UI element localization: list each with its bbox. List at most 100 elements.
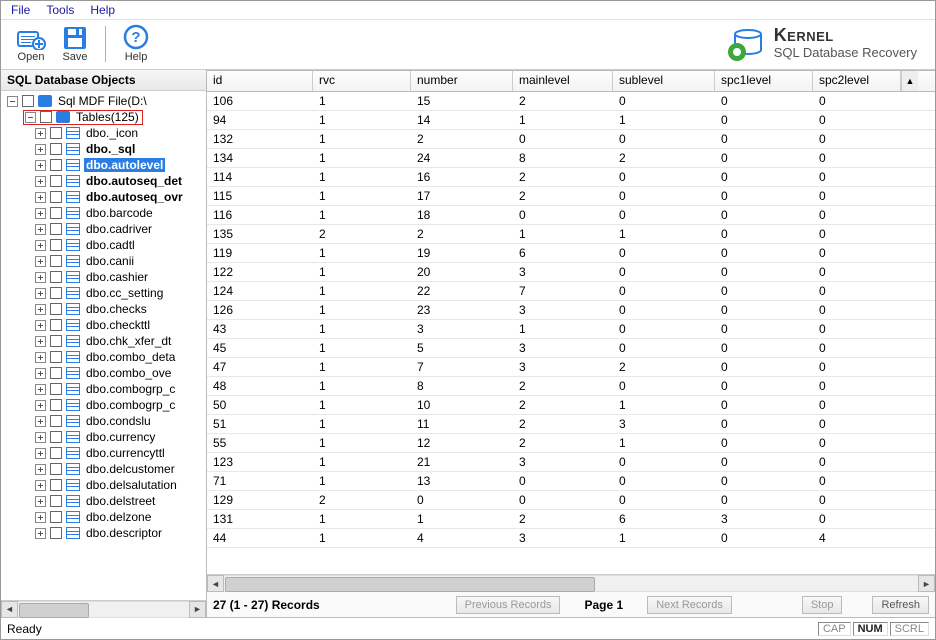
- next-records-button[interactable]: Next Records: [647, 596, 732, 614]
- scroll-right-button[interactable]: ►: [189, 601, 206, 618]
- tree-table-label[interactable]: dbo.barcode: [84, 206, 155, 220]
- tree-table-label[interactable]: dbo.autolevel: [84, 158, 165, 172]
- tree-table-label[interactable]: dbo.currencyttl: [84, 446, 167, 460]
- column-header[interactable]: rvc: [313, 71, 411, 91]
- checkbox[interactable]: [50, 431, 62, 443]
- checkbox[interactable]: [50, 511, 62, 523]
- expand-icon[interactable]: [35, 448, 46, 459]
- column-header[interactable]: number: [411, 71, 513, 91]
- expand-icon[interactable]: [35, 224, 46, 235]
- tree-table-label[interactable]: dbo.cashier: [84, 270, 150, 284]
- table-row[interactable]: 1191196000: [207, 244, 935, 263]
- expand-icon[interactable]: [35, 160, 46, 171]
- scroll-right-button[interactable]: ►: [918, 575, 935, 592]
- scroll-up-button[interactable]: ▲: [901, 71, 918, 91]
- scroll-thumb[interactable]: [225, 577, 595, 592]
- tree-table-label[interactable]: dbo.autoseq_ovr: [84, 190, 185, 204]
- tree-folder-label[interactable]: Tables(125): [74, 110, 141, 124]
- column-header[interactable]: mainlevel: [513, 71, 613, 91]
- checkbox[interactable]: [50, 159, 62, 171]
- tree-table-label[interactable]: dbo.combogrp_c: [84, 398, 177, 412]
- checkbox[interactable]: [50, 255, 62, 267]
- checkbox[interactable]: [50, 287, 62, 299]
- save-button[interactable]: Save: [53, 24, 97, 63]
- scroll-track[interactable]: [224, 575, 918, 592]
- checkbox[interactable]: [50, 367, 62, 379]
- open-button[interactable]: Open: [9, 24, 53, 63]
- expand-icon[interactable]: [35, 496, 46, 507]
- stop-button[interactable]: Stop: [802, 596, 843, 614]
- scroll-left-button[interactable]: ◄: [1, 601, 18, 618]
- expand-icon[interactable]: [35, 368, 46, 379]
- table-row[interactable]: 511112300: [207, 415, 935, 434]
- tree-table-label[interactable]: dbo.delstreet: [84, 494, 157, 508]
- tree-table-label[interactable]: dbo.delcustomer: [84, 462, 177, 476]
- expand-icon[interactable]: [35, 176, 46, 187]
- column-header[interactable]: spc2level: [813, 71, 901, 91]
- tree-table-label[interactable]: dbo.cadriver: [84, 222, 154, 236]
- table-row[interactable]: 129200000: [207, 491, 935, 510]
- tree-hscrollbar[interactable]: ◄ ►: [1, 600, 206, 617]
- refresh-button[interactable]: Refresh: [872, 596, 929, 614]
- table-row[interactable]: 1341248200: [207, 149, 935, 168]
- expand-icon[interactable]: [35, 208, 46, 219]
- expand-icon[interactable]: [35, 336, 46, 347]
- table-row[interactable]: 551122100: [207, 434, 935, 453]
- checkbox[interactable]: [50, 383, 62, 395]
- expand-icon[interactable]: [35, 144, 46, 155]
- checkbox[interactable]: [50, 271, 62, 283]
- scroll-thumb[interactable]: [19, 603, 89, 618]
- expand-icon[interactable]: [35, 240, 46, 251]
- checkbox[interactable]: [50, 415, 62, 427]
- tree-table-label[interactable]: dbo.cadtl: [84, 238, 137, 252]
- tree-table-label[interactable]: dbo.delzone: [84, 510, 153, 524]
- tree-table-label[interactable]: dbo.delsalutation: [84, 478, 179, 492]
- tree-table-label[interactable]: dbo.condslu: [84, 414, 153, 428]
- tree-table-label[interactable]: dbo.combo_deta: [84, 350, 177, 364]
- table-row[interactable]: 1161180000: [207, 206, 935, 225]
- tree-table-label[interactable]: dbo._sql: [84, 142, 137, 156]
- expand-icon[interactable]: [35, 352, 46, 363]
- menu-file[interactable]: File: [11, 3, 30, 17]
- expand-icon[interactable]: [35, 512, 46, 523]
- expand-icon[interactable]: [35, 400, 46, 411]
- checkbox[interactable]: [50, 127, 62, 139]
- table-row[interactable]: 1151172000: [207, 187, 935, 206]
- expand-icon[interactable]: [35, 320, 46, 331]
- tree-table-label[interactable]: dbo.canii: [84, 254, 136, 268]
- checkbox[interactable]: [40, 111, 52, 123]
- tree-table-label[interactable]: dbo.descriptor: [84, 526, 164, 540]
- tree-table-label[interactable]: dbo.currency: [84, 430, 157, 444]
- menu-help[interactable]: Help: [90, 3, 115, 17]
- checkbox[interactable]: [50, 479, 62, 491]
- table-row[interactable]: 43131000: [207, 320, 935, 339]
- tree-table-label[interactable]: dbo.checks: [84, 302, 149, 316]
- tree-table-label[interactable]: dbo.autoseq_det: [84, 174, 184, 188]
- menu-tools[interactable]: Tools: [46, 3, 74, 17]
- checkbox[interactable]: [50, 191, 62, 203]
- checkbox[interactable]: [50, 495, 62, 507]
- expand-icon[interactable]: [35, 416, 46, 427]
- expand-icon[interactable]: [35, 432, 46, 443]
- column-header[interactable]: id: [207, 71, 313, 91]
- expand-icon[interactable]: [35, 288, 46, 299]
- table-row[interactable]: 1221203000: [207, 263, 935, 282]
- expand-icon[interactable]: [35, 464, 46, 475]
- tree-table-label[interactable]: dbo.combo_ove: [84, 366, 173, 380]
- checkbox[interactable]: [50, 239, 62, 251]
- toggle-icon[interactable]: [7, 96, 18, 107]
- checkbox[interactable]: [50, 303, 62, 315]
- expand-icon[interactable]: [35, 304, 46, 315]
- table-row[interactable]: 1061152000: [207, 92, 935, 111]
- expand-icon[interactable]: [35, 192, 46, 203]
- table-row[interactable]: 44143104: [207, 529, 935, 548]
- checkbox[interactable]: [50, 143, 62, 155]
- expand-icon[interactable]: [35, 528, 46, 539]
- checkbox[interactable]: [50, 527, 62, 539]
- help-button[interactable]: ? Help: [114, 24, 158, 63]
- checkbox[interactable]: [50, 351, 62, 363]
- tree-table-label[interactable]: dbo.combogrp_c: [84, 382, 177, 396]
- expand-icon[interactable]: [35, 480, 46, 491]
- table-row[interactable]: 48182000: [207, 377, 935, 396]
- table-row[interactable]: 1141162000: [207, 168, 935, 187]
